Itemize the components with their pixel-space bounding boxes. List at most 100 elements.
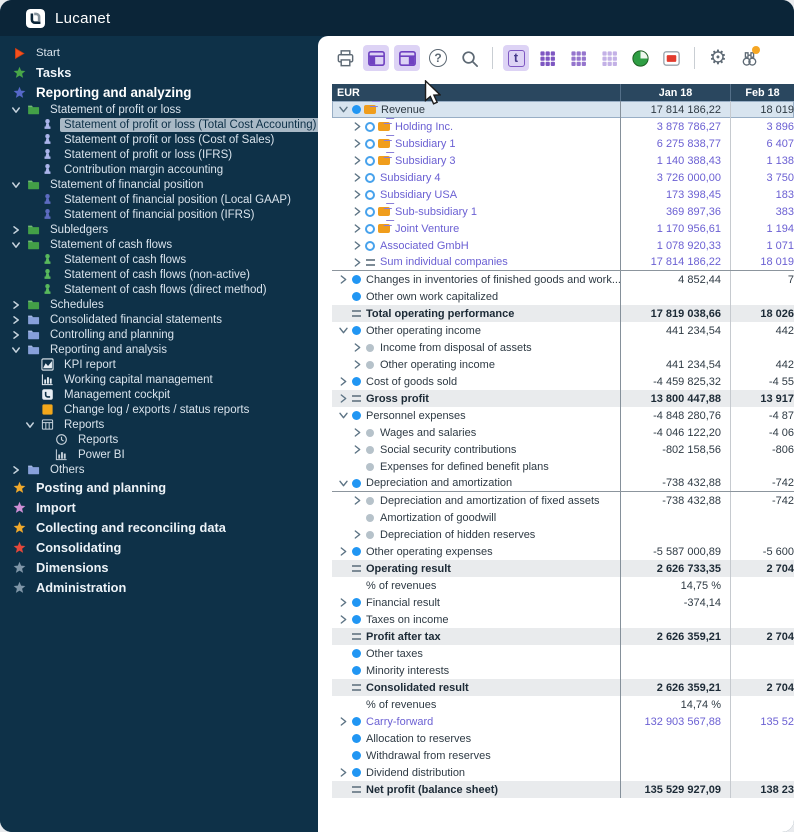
report-row-allocation-to-reserves[interactable]: Allocation to reserves bbox=[332, 730, 794, 747]
print-button[interactable] bbox=[332, 45, 358, 71]
sidebar-item-change-log-exports-status-reports[interactable]: Change log / exports / status reports bbox=[0, 402, 318, 417]
sidebar-item-consolidating[interactable]: Consolidating bbox=[0, 537, 318, 557]
report-row-taxes-on-income[interactable]: Taxes on income bbox=[332, 611, 794, 628]
report-row-sum-individual-companies[interactable]: Sum individual companies17 814 186,2218 … bbox=[332, 254, 794, 271]
chevron-right-icon[interactable] bbox=[12, 225, 21, 234]
report-row-operating-result[interactable]: Operating result2 626 733,352 704 bbox=[332, 560, 794, 577]
chevron-right-icon[interactable] bbox=[12, 330, 21, 339]
text-view-button[interactable]: t bbox=[503, 45, 529, 71]
consolidation-view-button[interactable] bbox=[627, 45, 653, 71]
report-row-consolidated-result[interactable]: Consolidated result2 626 359,212 704 bbox=[332, 679, 794, 696]
chevron-right-icon[interactable] bbox=[351, 496, 363, 505]
report-row-of-revenues[interactable]: % of revenues14,74 % bbox=[332, 696, 794, 713]
sidebar-item-statement-of-cash-flows-non-active[interactable]: Statement of cash flows (non-active) bbox=[0, 267, 318, 282]
report-row-holding-inc[interactable]: Holding Inc.3 878 786,273 896 bbox=[332, 118, 794, 135]
chevron-right-icon[interactable] bbox=[351, 224, 363, 233]
sidebar-item-reporting-and-analysis[interactable]: Reporting and analysis bbox=[0, 342, 318, 357]
report-row-other-taxes[interactable]: Other taxes bbox=[332, 645, 794, 662]
report-row-dividend-distribution[interactable]: Dividend distribution bbox=[332, 764, 794, 781]
sidebar-item-dimensions[interactable]: Dimensions bbox=[0, 557, 318, 577]
sidebar-item-others[interactable]: Others bbox=[0, 462, 318, 477]
report-row-other-operating-expenses[interactable]: Other operating expenses-5 587 000,89-5 … bbox=[332, 543, 794, 560]
report-row-other-operating-income[interactable]: Other operating income441 234,54442 bbox=[332, 322, 794, 339]
chevron-right-icon[interactable] bbox=[12, 315, 21, 324]
chevron-down-icon[interactable] bbox=[12, 345, 21, 354]
chevron-right-icon[interactable] bbox=[351, 530, 363, 539]
chevron-right-icon[interactable] bbox=[337, 394, 349, 403]
report-row-subsidiary-4[interactable]: Subsidiary 43 726 000,003 750 bbox=[332, 169, 794, 186]
report-row-subsidiary-3[interactable]: Subsidiary 31 140 388,431 138 bbox=[332, 152, 794, 169]
sidebar-item-import[interactable]: Import bbox=[0, 497, 318, 517]
chevron-right-icon[interactable] bbox=[337, 598, 349, 607]
chevron-right-icon[interactable] bbox=[351, 241, 363, 250]
chevron-right-icon[interactable] bbox=[337, 717, 349, 726]
chevron-down-icon[interactable] bbox=[337, 411, 349, 420]
sidebar-item-statement-of-cash-flows[interactable]: Statement of cash flows bbox=[0, 237, 318, 252]
chevron-down-icon[interactable] bbox=[337, 326, 349, 335]
chevron-right-icon[interactable] bbox=[337, 768, 349, 777]
column-header-feb-18[interactable]: Feb 18 bbox=[730, 84, 794, 101]
report-row-other-own-work-capitalized[interactable]: Other own work capitalized bbox=[332, 288, 794, 305]
sidebar-item-statement-of-profit-or-loss-ifrs[interactable]: Statement of profit or loss (IFRS) bbox=[0, 147, 318, 162]
sidebar-item-reporting-and-analyzing[interactable]: Reporting and analyzing bbox=[0, 82, 318, 102]
help-button[interactable]: ? bbox=[425, 45, 451, 71]
report-row-net-profit-balance-sheet[interactable]: Net profit (balance sheet)135 529 927,09… bbox=[332, 781, 794, 798]
report-row-depreciation-and-amortization[interactable]: Depreciation and amortization-738 432,88… bbox=[332, 475, 794, 492]
chevron-right-icon[interactable] bbox=[351, 428, 363, 437]
chevron-down-icon[interactable] bbox=[337, 479, 349, 488]
view-right-panel-button[interactable] bbox=[394, 45, 420, 71]
sidebar-item-statement-of-cash-flows-direct-method[interactable]: Statement of cash flows (direct method) bbox=[0, 282, 318, 297]
sidebar-item-statement-of-financial-position[interactable]: Statement of financial position bbox=[0, 177, 318, 192]
settings-button[interactable]: ⚙ bbox=[705, 45, 731, 71]
report-row-sub-subsidiary-1[interactable]: Sub-subsidiary 1369 897,36383 bbox=[332, 203, 794, 220]
sidebar-item-subledgers[interactable]: Subledgers bbox=[0, 222, 318, 237]
report-row-total-operating-performance[interactable]: Total operating performance17 819 038,66… bbox=[332, 305, 794, 322]
chevron-right-icon[interactable] bbox=[337, 377, 349, 386]
report-row-depreciation-and-amortization-of-fixed-assets[interactable]: Depreciation and amortization of fixed a… bbox=[332, 492, 794, 509]
chevron-right-icon[interactable] bbox=[337, 615, 349, 624]
sidebar-item-posting-and-planning[interactable]: Posting and planning bbox=[0, 477, 318, 497]
report-row-profit-after-tax[interactable]: Profit after tax2 626 359,212 704 bbox=[332, 628, 794, 645]
report-row-wages-and-salaries[interactable]: Wages and salaries-4 046 122,20-4 06 bbox=[332, 424, 794, 441]
sidebar-item-consolidated-financial-statements[interactable]: Consolidated financial statements bbox=[0, 312, 318, 327]
find-button[interactable] bbox=[736, 45, 762, 71]
grid-view-3-button[interactable] bbox=[596, 45, 622, 71]
report-row-withdrawal-from-reserves[interactable]: Withdrawal from reserves bbox=[332, 747, 794, 764]
report-row-subsidiary-1[interactable]: Subsidiary 16 275 838,776 407 bbox=[332, 135, 794, 152]
chevron-right-icon[interactable] bbox=[337, 275, 349, 284]
report-row-carry-forward[interactable]: Carry-forward132 903 567,88135 52 bbox=[332, 713, 794, 730]
sidebar-item-reports[interactable]: Reports bbox=[0, 417, 318, 432]
report-row-revenue[interactable]: Revenue17 814 186,2218 019 bbox=[332, 101, 794, 118]
sidebar-item-statement-of-profit-or-loss-total-cost-accounting[interactable]: Statement of profit or loss (Total Cost … bbox=[0, 117, 318, 132]
sidebar-item-schedules[interactable]: Schedules bbox=[0, 297, 318, 312]
sidebar-item-contribution-margin-accounting[interactable]: Contribution margin accounting bbox=[0, 162, 318, 177]
column-header-currency[interactable]: EUR bbox=[332, 84, 620, 101]
sidebar-item-start[interactable]: Start bbox=[0, 44, 318, 62]
sidebar-item-reports[interactable]: Reports bbox=[0, 432, 318, 447]
report-row-cost-of-goods-sold[interactable]: Cost of goods sold-4 459 825,32-4 55 bbox=[332, 373, 794, 390]
sidebar-item-administration[interactable]: Administration bbox=[0, 577, 318, 597]
sidebar-item-controlling-and-planning[interactable]: Controlling and planning bbox=[0, 327, 318, 342]
chevron-right-icon[interactable] bbox=[351, 258, 363, 267]
chevron-right-icon[interactable] bbox=[12, 465, 21, 474]
report-row-social-security-contributions[interactable]: Social security contributions-802 158,56… bbox=[332, 441, 794, 458]
chevron-right-icon[interactable] bbox=[351, 445, 363, 454]
chevron-down-icon[interactable] bbox=[337, 105, 349, 114]
chevron-down-icon[interactable] bbox=[12, 105, 21, 114]
grid-view-1-button[interactable] bbox=[534, 45, 560, 71]
sidebar-item-collecting-and-reconciling-data[interactable]: Collecting and reconciling data bbox=[0, 517, 318, 537]
report-row-associated-gmbh[interactable]: Associated GmbH1 078 920,331 071 bbox=[332, 237, 794, 254]
column-header-jan-18[interactable]: Jan 18 bbox=[620, 84, 730, 101]
chevron-down-icon[interactable] bbox=[26, 420, 35, 429]
report-row-income-from-disposal-of-assets[interactable]: Income from disposal of assets bbox=[332, 339, 794, 356]
sidebar-item-power-bi[interactable]: Power BI bbox=[0, 447, 318, 462]
report-row-financial-result[interactable]: Financial result-374,14 bbox=[332, 594, 794, 611]
chevron-right-icon[interactable] bbox=[351, 156, 363, 165]
chevron-right-icon[interactable] bbox=[351, 190, 363, 199]
view-left-panel-button[interactable] bbox=[363, 45, 389, 71]
sidebar-item-statement-of-financial-position-ifrs[interactable]: Statement of financial position (IFRS) bbox=[0, 207, 318, 222]
card-view-button[interactable] bbox=[658, 45, 684, 71]
report-row-personnel-expenses[interactable]: Personnel expenses-4 848 280,76-4 87 bbox=[332, 407, 794, 424]
chevron-right-icon[interactable] bbox=[351, 122, 363, 131]
grid-view-2-button[interactable] bbox=[565, 45, 591, 71]
